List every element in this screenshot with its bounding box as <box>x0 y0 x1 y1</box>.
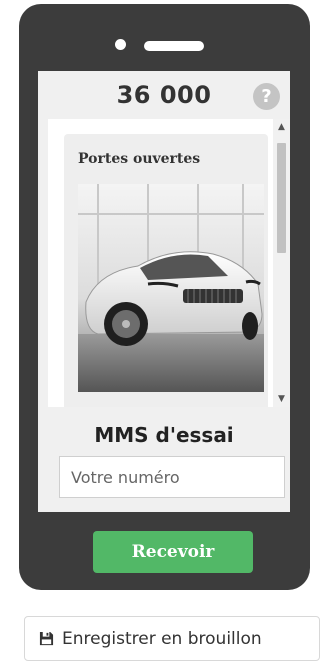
speaker-bar <box>144 41 204 51</box>
message-card: Portes ouvertes <box>64 134 268 407</box>
save-draft-label: Enregistrer en brouillon <box>62 628 262 649</box>
phone-number-input[interactable] <box>59 456 285 498</box>
car-photo-image <box>78 184 264 392</box>
scrollbar-thumb[interactable] <box>277 143 286 253</box>
preview-scrollbar[interactable]: ▲ ▼ <box>273 119 290 407</box>
message-preview-area[interactable]: Portes ouvertes ▲ ▼ <box>48 119 290 407</box>
save-draft-button[interactable]: Enregistrer en brouillon <box>24 616 320 661</box>
floppy-disk-icon <box>39 631 54 646</box>
mms-test-title: MMS d'essai <box>94 423 234 447</box>
camera-dot <box>115 39 126 50</box>
help-icon[interactable]: ? <box>253 83 280 110</box>
receive-button[interactable]: Recevoir <box>93 531 253 573</box>
message-subject: Portes ouvertes <box>78 151 201 167</box>
phone-preview-frame: 36 000 ? Portes ouvertes ▲ ▼ MMS d'essai… <box>19 4 310 590</box>
phone-screen: 36 000 ? Portes ouvertes ▲ ▼ MMS d'essai… <box>38 71 290 512</box>
scroll-up-icon[interactable]: ▲ <box>273 119 290 135</box>
scroll-down-icon[interactable]: ▼ <box>273 391 290 407</box>
